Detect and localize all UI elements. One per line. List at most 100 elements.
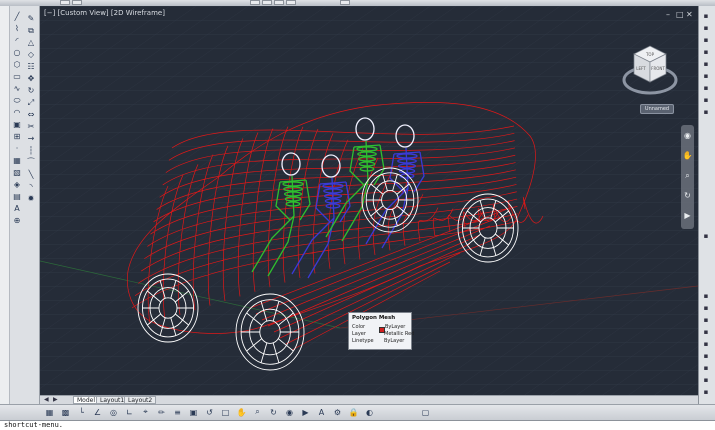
insert-block-icon[interactable]: ▣ bbox=[12, 120, 22, 130]
tooltip-value: Metallic Red bbox=[384, 331, 415, 337]
showmotion-icon[interactable]: ▶ bbox=[682, 210, 693, 221]
tab-layout2[interactable]: Layout2 bbox=[124, 396, 157, 404]
right-tool-icon[interactable]: ▪ bbox=[700, 106, 712, 117]
right-tool-icon[interactable]: ▪ bbox=[700, 314, 712, 325]
join-icon[interactable]: ⁀ bbox=[26, 158, 36, 168]
right-tool-icon[interactable]: ▪ bbox=[700, 362, 712, 373]
point-icon[interactable]: · bbox=[12, 144, 22, 154]
qp-icon[interactable]: ▣ bbox=[188, 407, 199, 417]
explode-icon[interactable]: ✹ bbox=[26, 194, 36, 204]
sc-icon[interactable]: ↺ bbox=[204, 407, 215, 417]
fillet-icon[interactable]: ◝ bbox=[26, 182, 36, 192]
copy-icon[interactable]: ⧉ bbox=[26, 26, 36, 36]
cleanscreen-icon[interactable]: ▢ bbox=[420, 407, 431, 417]
qat-button[interactable] bbox=[250, 0, 260, 5]
erase-icon[interactable]: ✎ bbox=[26, 14, 36, 24]
zoom-icon[interactable]: ⌕ bbox=[682, 170, 693, 181]
snap-icon[interactable]: ▦ bbox=[44, 407, 55, 417]
close-button[interactable]: ✕ bbox=[686, 10, 693, 19]
minimize-button[interactable]: – bbox=[666, 10, 670, 19]
chamfer-icon[interactable]: ╲ bbox=[26, 170, 36, 180]
right-tool-icon[interactable]: ▪ bbox=[700, 290, 712, 301]
qat-button[interactable] bbox=[60, 0, 70, 5]
annotation-icon[interactable]: A bbox=[316, 407, 327, 417]
hatch-icon[interactable]: ▦ bbox=[12, 156, 22, 166]
qat-button[interactable] bbox=[72, 0, 82, 5]
right-tool-icon[interactable]: ▪ bbox=[700, 82, 712, 93]
workspace-icon[interactable]: ⚙ bbox=[332, 407, 343, 417]
right-tool-icon[interactable]: ▪ bbox=[700, 302, 712, 313]
isolate-icon[interactable]: ◐ bbox=[364, 407, 375, 417]
mtext-icon[interactable]: A bbox=[12, 204, 22, 214]
ellipse-arc-icon[interactable]: ◠ bbox=[12, 108, 22, 118]
line-icon[interactable]: ╱ bbox=[12, 12, 22, 22]
rectangle-icon[interactable]: ▭ bbox=[12, 72, 22, 82]
tab-nav-prev[interactable]: ◀ bbox=[44, 396, 49, 403]
properties-strip bbox=[0, 6, 10, 404]
polar-icon[interactable]: ∠ bbox=[92, 407, 103, 417]
tab-nav-next[interactable]: ▶ bbox=[53, 396, 58, 403]
right-tool-icon[interactable]: ▪ bbox=[700, 374, 712, 385]
gradient-icon[interactable]: ▧ bbox=[12, 168, 22, 178]
qat-button[interactable] bbox=[340, 0, 350, 5]
circle-icon[interactable]: ○ bbox=[12, 48, 22, 58]
arc-icon[interactable]: ◜ bbox=[12, 36, 22, 46]
qat-button[interactable] bbox=[274, 0, 284, 5]
polyline-icon[interactable]: ⌇ bbox=[12, 24, 22, 34]
array-icon[interactable]: ☷ bbox=[26, 62, 36, 72]
ucs-menu[interactable]: Unnamed bbox=[640, 104, 674, 114]
right-tool-icon[interactable]: ▪ bbox=[700, 58, 712, 69]
right-tool-icon[interactable]: ▪ bbox=[700, 230, 712, 241]
osnap-icon[interactable]: ◎ bbox=[108, 407, 119, 417]
right-tool-icon[interactable]: ▪ bbox=[700, 338, 712, 349]
spline-icon[interactable]: ∿ bbox=[12, 84, 22, 94]
otrack-icon[interactable]: ∟ bbox=[124, 407, 135, 417]
grid-icon[interactable]: ▩ bbox=[60, 407, 71, 417]
restore-button[interactable]: □ bbox=[676, 10, 684, 19]
region-icon[interactable]: ◈ bbox=[12, 180, 22, 190]
viewcube[interactable]: TOP LEFT FRONT bbox=[620, 40, 680, 102]
showmotion-icon[interactable]: ▶ bbox=[300, 407, 311, 417]
table-icon[interactable]: ▤ bbox=[12, 192, 22, 202]
qat-button[interactable] bbox=[262, 0, 272, 5]
right-tool-icon[interactable]: ▪ bbox=[700, 46, 712, 57]
orbit-icon[interactable]: ↻ bbox=[682, 190, 693, 201]
stretch-icon[interactable]: ⇔ bbox=[26, 110, 36, 120]
polygon-icon[interactable]: ⬡ bbox=[12, 60, 22, 70]
command-line[interactable] bbox=[0, 420, 715, 430]
break-icon[interactable]: ┆ bbox=[26, 146, 36, 156]
right-tool-icon[interactable]: ▪ bbox=[700, 34, 712, 45]
move-icon[interactable]: ✥ bbox=[26, 74, 36, 84]
pan-icon[interactable]: ✋ bbox=[236, 407, 247, 417]
steering-icon[interactable]: ◉ bbox=[284, 407, 295, 417]
add-selected-icon[interactable]: ⊕ bbox=[12, 216, 22, 226]
right-tool-icon[interactable]: ▪ bbox=[700, 326, 712, 337]
right-tool-icon[interactable]: ▪ bbox=[700, 386, 712, 397]
right-tool-icon[interactable]: ▪ bbox=[700, 94, 712, 105]
trim-icon[interactable]: ✂ bbox=[26, 122, 36, 132]
right-tool-icon[interactable]: ▪ bbox=[700, 350, 712, 361]
zoom-icon[interactable]: ⌕ bbox=[252, 407, 263, 417]
ortho-icon[interactable]: └ bbox=[76, 407, 87, 417]
ducs-icon[interactable]: ⌖ bbox=[140, 407, 151, 417]
right-tool-icon[interactable]: ▪ bbox=[700, 22, 712, 33]
offset-icon[interactable]: ◇ bbox=[26, 50, 36, 60]
right-tool-icon[interactable]: ▪ bbox=[700, 10, 712, 21]
orbit-icon[interactable]: ↻ bbox=[268, 407, 279, 417]
pan-icon[interactable]: ✋ bbox=[682, 150, 693, 161]
extend-icon[interactable]: → bbox=[26, 134, 36, 144]
mirror-icon[interactable]: △ bbox=[26, 38, 36, 48]
ellipse-icon[interactable]: ⬭ bbox=[12, 96, 22, 106]
rotate-icon[interactable]: ↻ bbox=[26, 86, 36, 96]
lwt-icon[interactable]: ≡ bbox=[172, 407, 183, 417]
viewcube-top-text: TOP bbox=[645, 52, 655, 57]
scale-icon[interactable]: ⤢ bbox=[26, 98, 36, 108]
make-block-icon[interactable]: ⊞ bbox=[12, 132, 22, 142]
lock-icon[interactable]: 🔒 bbox=[348, 407, 359, 417]
view-icon[interactable]: □ bbox=[220, 407, 231, 417]
right-tool-icon[interactable]: ▪ bbox=[700, 70, 712, 81]
dyn-icon[interactable]: ✏ bbox=[156, 407, 167, 417]
qat-button[interactable] bbox=[286, 0, 296, 5]
viewport-label[interactable]: [−] [Custom View] [2D Wireframe] bbox=[44, 9, 165, 17]
wheel-icon[interactable]: ◉ bbox=[682, 130, 693, 141]
